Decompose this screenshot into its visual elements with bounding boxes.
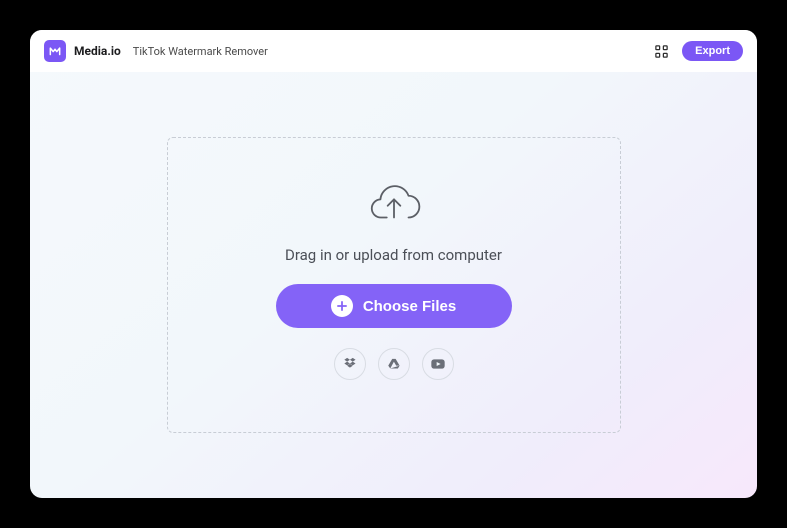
youtube-icon (430, 356, 446, 372)
grid-icon (654, 44, 669, 59)
plus-circle-icon (331, 295, 353, 317)
youtube-source-button[interactable] (422, 348, 454, 380)
apps-grid-button[interactable] (652, 42, 670, 60)
choose-files-button[interactable]: Choose Files (276, 284, 512, 328)
cloud-upload-icon (365, 180, 423, 226)
choose-files-label: Choose Files (363, 298, 456, 315)
dropzone-instruction: Drag in or upload from computer (285, 246, 502, 264)
header-bar: Media.io TikTok Watermark Remover Export (30, 30, 757, 72)
main-area: Drag in or upload from computer Choose F… (30, 72, 757, 498)
page-title: TikTok Watermark Remover (133, 45, 268, 58)
upload-dropzone[interactable]: Drag in or upload from computer Choose F… (167, 137, 621, 433)
export-button[interactable]: Export (682, 41, 743, 61)
google-drive-source-button[interactable] (378, 348, 410, 380)
upload-sources (334, 348, 454, 380)
dropbox-source-button[interactable] (334, 348, 366, 380)
dropbox-icon (342, 356, 358, 372)
app-window: Media.io TikTok Watermark Remover Export (30, 30, 757, 498)
media-io-logo-icon (48, 44, 62, 58)
brand-name: Media.io (74, 44, 121, 58)
google-drive-icon (386, 356, 402, 372)
brand-logo[interactable] (44, 40, 66, 62)
